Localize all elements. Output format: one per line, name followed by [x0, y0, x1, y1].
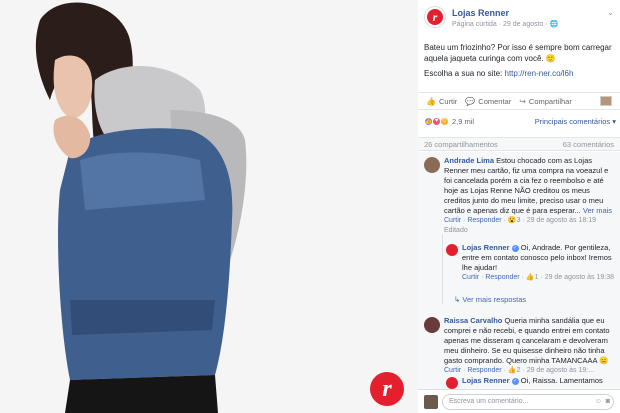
post-action-bar: 👍 Curtir 💬 Comentar ↪ Compartilhar — [418, 92, 620, 110]
caption-url-link[interactable]: http://ren-ner.co/l6h — [505, 69, 574, 78]
write-comment-bar: Escreva um comentário... ☺ ◙ — [418, 389, 620, 413]
comment-reaction-icon: 😮 — [507, 217, 517, 224]
comment-reply-item: Lojas Renner ✓ Oi, Raissa. Lamentamos — [462, 376, 614, 386]
comment-meta: Curtir · Responder · 👍2 · 29 de agosto à… — [444, 367, 595, 374]
comment-author-link[interactable]: Andrade Lima — [444, 156, 494, 165]
comment-author-link[interactable]: Lojas Renner — [462, 376, 510, 385]
comments-count-link[interactable]: 63 comentários — [563, 140, 614, 149]
emoji-icon[interactable]: ☺ — [595, 398, 602, 405]
comment-reaction-count[interactable]: 3 — [517, 217, 521, 224]
comment-sort-dropdown[interactable]: Principais comentários ▾ — [535, 117, 616, 126]
renner-watermark-logo: r — [370, 372, 404, 406]
comment-reply-link[interactable]: Responder — [467, 367, 501, 374]
avatar[interactable] — [446, 244, 458, 256]
comment-author-link[interactable]: Lojas Renner — [462, 243, 510, 252]
share-icon: ↪ — [519, 96, 526, 106]
comment-reaction-icon: 👍 — [525, 274, 535, 281]
comments-section: Andrade Lima Estou chocado com as Lojas … — [418, 152, 620, 413]
comment-reply-link[interactable]: Responder — [467, 217, 501, 224]
avatar[interactable] — [446, 377, 458, 389]
avatar[interactable] — [424, 157, 440, 173]
like-label: Curtir — [438, 96, 458, 106]
camera-icon[interactable]: ◙ — [606, 398, 610, 405]
comment-item: Raissa Carvalho Queria minha sandália qu… — [444, 316, 614, 376]
comment-reply-item: Lojas Renner ✓ Oi, Andrade. Por gentilez… — [462, 243, 614, 283]
post-meta-text: Página curtida · 29 de agosto · — [452, 21, 550, 28]
comment-reaction-count[interactable]: 1 — [535, 274, 539, 281]
post-photo[interactable]: r — [0, 0, 418, 413]
comment-reaction-count[interactable]: 2 — [517, 367, 521, 374]
photo-illustration — [0, 0, 418, 413]
reply-arrow-icon: ↳ — [454, 295, 461, 304]
comment-label: Comentar — [478, 96, 512, 106]
post-caption: Bateu um friozinho? Por isso é sempre bo… — [424, 42, 616, 83]
like-button[interactable]: 👍 Curtir — [426, 97, 457, 106]
comment-input-icons: ☺ ◙ — [595, 398, 610, 405]
comment-like-link[interactable]: Curtir — [444, 367, 461, 374]
share-label: Compartilhar — [528, 96, 572, 106]
verified-badge-icon: ✓ — [511, 244, 519, 252]
comment-like-link[interactable]: Curtir — [462, 274, 479, 281]
page-name-link[interactable]: Lojas Renner — [452, 8, 509, 18]
page-avatar[interactable]: r — [424, 6, 446, 28]
comment-date[interactable]: 29 de agosto às 19:38 — [545, 274, 614, 281]
post-stats: 26 compartilhamentos 63 comentários — [418, 137, 620, 151]
post-meta: Página curtida · 29 de agosto · 🌐 — [452, 20, 558, 28]
post-header: r Lojas Renner Página curtida · 29 de ag… — [424, 6, 614, 32]
comment-author-link[interactable]: Raissa Carvalho — [444, 316, 502, 325]
verified-badge-icon: ✓ — [511, 377, 519, 385]
comment-reaction-icon: 👍 — [507, 367, 517, 374]
actor-selector-avatar[interactable] — [600, 96, 612, 106]
avatar[interactable] — [424, 317, 440, 333]
reply-thread-line — [442, 234, 443, 304]
reaction-count[interactable]: 2,9 mil — [452, 117, 474, 126]
comment-date[interactable]: 29 de agosto às 18:19 — [527, 217, 596, 224]
comment-meta: Curtir · Responder · 👍1 · 29 de agosto à… — [462, 274, 614, 281]
caption-link-prefix: Escolha a sua no site: — [424, 69, 505, 78]
facebook-photo-viewer: r r Lojas Renner Página curtida · 29 de … — [0, 0, 620, 413]
shares-count-link[interactable]: 26 compartilhamentos — [424, 140, 498, 149]
see-more-link[interactable]: Ver mais — [581, 206, 612, 215]
comment-edited[interactable]: Editado — [444, 227, 468, 234]
post-side-panel: r Lojas Renner Página curtida · 29 de ag… — [418, 0, 620, 413]
chevron-down-icon[interactable]: ⌄ — [607, 8, 614, 17]
comment-button[interactable]: 💬 Comentar — [465, 97, 511, 106]
comment-text: Oi, Raissa. Lamentamos — [518, 376, 603, 385]
more-replies-label: Ver mais respostas — [462, 295, 527, 304]
comment-icon: 💬 — [465, 96, 476, 106]
thumbs-up-icon: 👍 — [426, 96, 436, 106]
globe-icon: 🌐 — [549, 21, 559, 28]
caption-link-line: Escolha a sua no site: http://ren-ner.co… — [424, 68, 616, 79]
share-button[interactable]: ↪ Compartilhar — [519, 97, 572, 106]
comment-input[interactable]: Escreva um comentário... — [442, 394, 614, 410]
comment-item: Andrade Lima Estou chocado com as Lojas … — [444, 156, 614, 236]
current-user-avatar — [424, 395, 438, 409]
caption-text: Bateu um friozinho? Por isso é sempre bo… — [424, 43, 612, 63]
comment-meta: Curtir · Responder · 😮3 · 29 de agosto à… — [444, 217, 596, 234]
more-replies-link[interactable]: ↳ Ver mais respostas — [454, 295, 526, 305]
haha-reaction-icon[interactable]: ☺ — [440, 116, 449, 126]
reaction-summary: 👍 ♥ ☺ 2,9 mil Principais comentários ▾ — [424, 115, 616, 127]
comment-date[interactable]: 29 de agosto às 19:... — [527, 367, 594, 374]
comment-reply-link[interactable]: Responder — [485, 274, 519, 281]
comment-like-link[interactable]: Curtir — [444, 217, 461, 224]
